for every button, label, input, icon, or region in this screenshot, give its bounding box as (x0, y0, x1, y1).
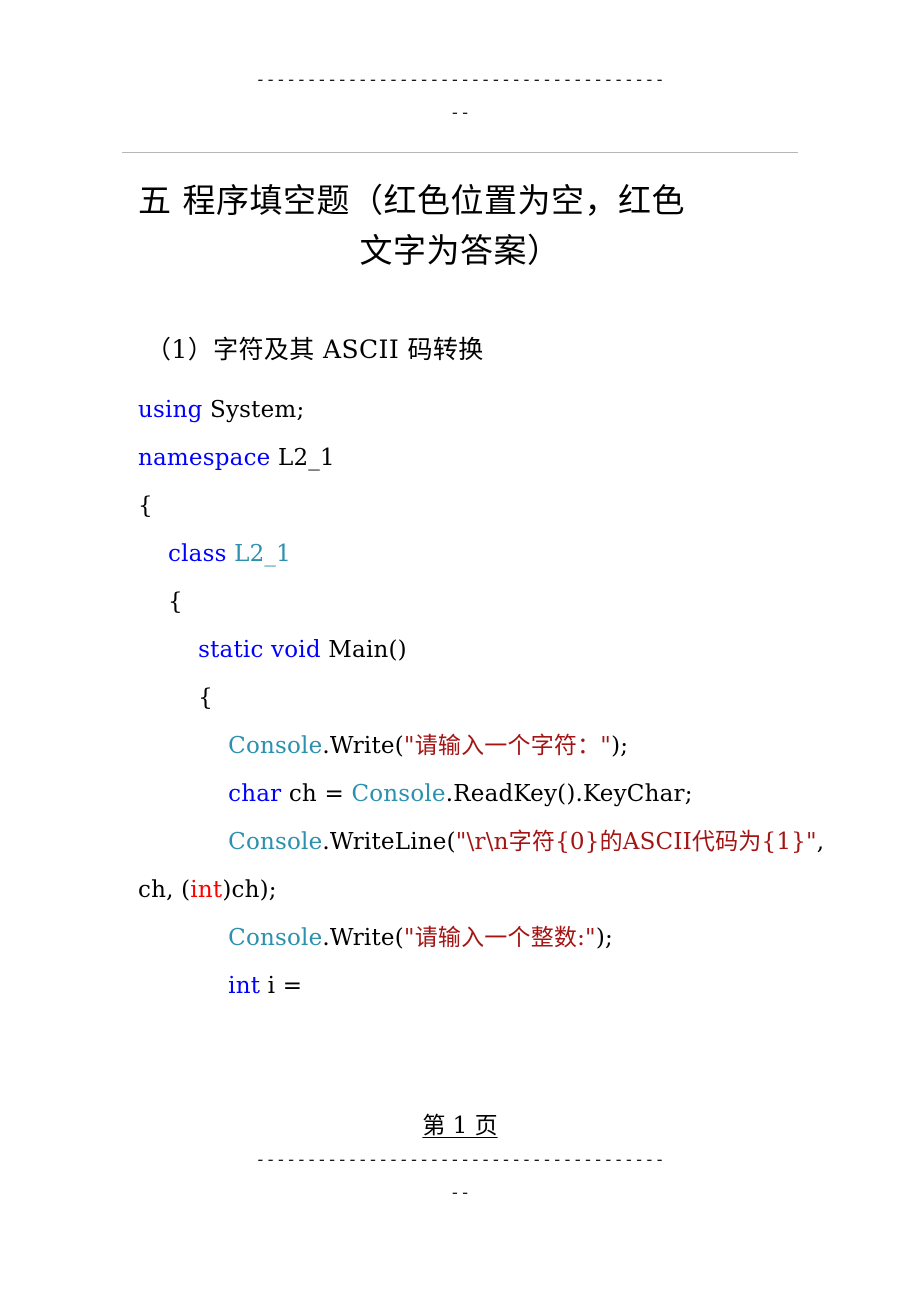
code-token-plain: { (168, 589, 183, 615)
code-line: { (138, 578, 838, 626)
code-token-ans: int (190, 877, 223, 903)
code-line: Console.WriteLine("\r\n字符{0}的ASCII代码为{1}… (138, 818, 838, 914)
code-token-str: "请输入一个字符：" (403, 733, 612, 759)
code-token-plain: ch = (281, 781, 352, 807)
code-token-kw: static void (198, 637, 321, 663)
footer-dash-row: ---------------------------------------- (255, 1152, 665, 1169)
code-token-type: Console (228, 733, 323, 759)
code-token-type: L2_1 (234, 541, 291, 567)
code-token-plain: i = (260, 973, 310, 999)
page-footer: ----------------------------------------… (138, 1152, 782, 1202)
code-line: int i = (138, 962, 838, 1010)
header-divider-rule (122, 152, 798, 153)
code-token-str: "\r\n字符{0}的ASCII代码为{1}" (455, 829, 817, 855)
footer-dash-row-short: -- (449, 1185, 471, 1202)
code-line: namespace L2_1 (138, 434, 838, 482)
code-token-plain: .ReadKey().KeyChar; (445, 781, 693, 807)
code-token-type: Console (351, 781, 446, 807)
code-line: { (138, 674, 838, 722)
code-token-plain: ); (611, 733, 629, 759)
code-token-plain: .Write( (322, 925, 404, 951)
code-line: using System; (138, 386, 838, 434)
page-header: ----------------------------------------… (138, 72, 782, 122)
section-heading: （1）字符及其 ASCII 码转换 (146, 335, 484, 364)
code-token-plain: ); (595, 925, 613, 951)
code-token-str: "请输入一个整数:" (403, 925, 596, 951)
code-line: static void Main() (138, 626, 838, 674)
code-listing: using System; namespace L2_1{ class L2_1 … (138, 386, 838, 1010)
header-dash-row: ---------------------------------------- (255, 72, 665, 89)
code-token-plain: .Write( (322, 733, 404, 759)
code-line: { (138, 482, 838, 530)
page-number: 第 1 页 (0, 1106, 920, 1140)
page-title: 五 程序填空题（红色位置为空，红色 文字为答案） (138, 176, 782, 276)
code-token-plain: { (138, 493, 153, 519)
page-title-line-1: 五 程序填空题（红色位置为空，红色 (138, 181, 685, 220)
code-token-plain: Main() (320, 637, 407, 663)
header-dash-row-short: -- (449, 105, 471, 122)
page-title-line-2: 文字为答案） (359, 231, 561, 271)
code-line: Console.Write("请输入一个字符："); (138, 722, 838, 770)
code-token-type: Console (228, 925, 323, 951)
code-token-plain: System; (202, 397, 305, 423)
code-token-type: Console (228, 829, 323, 855)
code-token-kw: class (168, 541, 227, 567)
code-token-plain: .WriteLine( (322, 829, 456, 855)
page-number-label: 第 1 页 (422, 1113, 498, 1139)
code-token-kw: char (228, 781, 282, 807)
document-page: ----------------------------------------… (0, 0, 920, 1302)
code-line: char ch = Console.ReadKey().KeyChar; (138, 770, 838, 818)
code-line: class L2_1 (138, 530, 838, 578)
code-token-kw: int (228, 973, 261, 999)
code-token-kw: using (138, 397, 203, 423)
code-token-plain: L2_1 (270, 445, 335, 471)
code-token-plain: )ch); (222, 877, 277, 903)
code-token-kw: namespace (138, 445, 271, 471)
code-token-plain: { (198, 685, 213, 711)
code-line: Console.Write("请输入一个整数:"); (138, 914, 838, 962)
